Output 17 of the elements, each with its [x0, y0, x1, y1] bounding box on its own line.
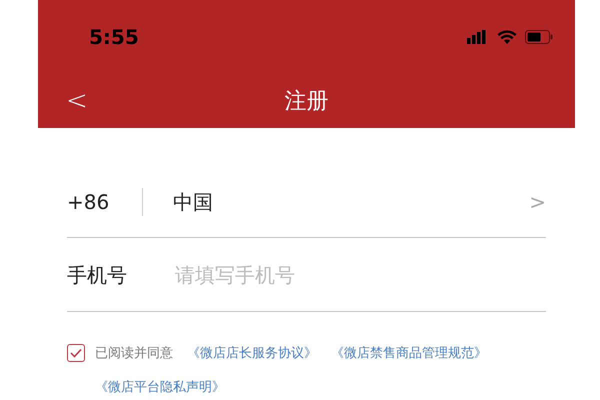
page-title: 注册 [284, 88, 328, 116]
phone-label: 手机号 [67, 262, 128, 288]
status-time: 5:55 [89, 24, 139, 51]
back-button[interactable]: < [66, 88, 88, 114]
wifi-icon [497, 30, 517, 44]
country-selector[interactable]: +86 中国 > [67, 166, 546, 238]
agreement-link[interactable]: 《微店店长服务协议》 [187, 344, 317, 364]
country-name: 中国 [173, 188, 214, 216]
battery-icon [525, 30, 553, 44]
chevron-icon: > [529, 186, 546, 216]
agreement-link[interactable]: 《微店禁售商品管理规范》 [331, 344, 487, 364]
check-icon [70, 348, 82, 358]
agreement-text: 已阅读并同意 [95, 345, 173, 363]
phone-input-field[interactable]: 请填写手机号 [175, 260, 546, 290]
agree-checkbox[interactable] [67, 344, 85, 362]
country-code: +86 [67, 188, 110, 216]
agreement-link[interactable]: 《微店平台隐私声明》 [95, 378, 225, 397]
